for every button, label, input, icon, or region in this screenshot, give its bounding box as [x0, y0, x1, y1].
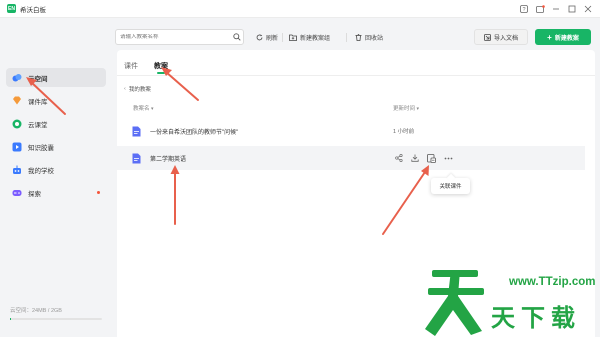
tab-courseware[interactable]: 课件	[124, 61, 138, 71]
new-lesson-plan-button[interactable]: + 新建教案	[535, 29, 591, 45]
chevron-left-icon: ‹	[124, 86, 126, 92]
column-header-name[interactable]: 教案名 ▾	[133, 104, 154, 112]
link-courseware-icon[interactable]	[426, 153, 436, 163]
trash-icon	[355, 33, 362, 41]
message-icon[interactable]	[532, 0, 548, 18]
sidebar-item-my-school[interactable]: 我的学校	[6, 160, 106, 179]
svg-text:?: ?	[522, 7, 525, 13]
help-icon[interactable]: ?	[516, 0, 532, 18]
window-controls: ?	[516, 0, 596, 18]
import-document-button[interactable]: 导入文档	[474, 29, 528, 45]
sidebar-item-label: 探索	[28, 190, 41, 198]
toolbar-divider	[346, 33, 347, 42]
new-lesson-plan-label: 新建教案	[554, 35, 579, 42]
recycle-bin-button[interactable]: 回收站	[355, 29, 383, 45]
sidebar: 云空间 课件库 云课堂 知识胶囊 我的学校 探索 云空间：24MB / 2GB	[0, 18, 112, 337]
sidebar-item-cloud-class[interactable]: 云课堂	[6, 114, 106, 133]
tab-lesson-plans[interactable]: 教案	[154, 61, 168, 71]
breadcrumb[interactable]: ‹ 我的教案	[124, 85, 151, 93]
gamepad-icon	[12, 188, 22, 198]
sort-icon: ▾	[416, 106, 420, 112]
search-input[interactable]	[120, 34, 231, 40]
capsule-icon	[12, 142, 22, 152]
column-header-time[interactable]: 更新时间 ▾	[393, 104, 419, 112]
row-name: 第二学期英语	[150, 156, 187, 163]
maximize-icon[interactable]	[564, 0, 580, 18]
watermark-text: 天下载	[491, 304, 581, 332]
lesson-plan-file-icon	[132, 153, 141, 164]
table-row[interactable]: 第二学期英语	[117, 146, 585, 170]
import-icon	[484, 33, 491, 41]
lesson-plan-file-icon	[132, 126, 141, 137]
diamond-icon	[12, 96, 22, 106]
storage-text: 云空间：24MB / 2GB	[10, 308, 62, 314]
table-row[interactable]: 一份来自希沃团队的教师节"问候" 1 小时前	[117, 119, 585, 143]
search-box[interactable]	[115, 29, 244, 45]
share-icon[interactable]	[394, 153, 404, 163]
sidebar-item-knowledge-capsule[interactable]: 知识胶囊	[6, 137, 106, 156]
sidebar-item-label: 我的学校	[28, 167, 54, 175]
title-bar: EN 希沃白板 ?	[0, 0, 600, 18]
more-icon[interactable]	[443, 153, 453, 163]
storage-bar-fill	[10, 318, 12, 320]
sidebar-item-courseware-library[interactable]: 课件库	[6, 91, 106, 110]
search-icon[interactable]	[231, 33, 243, 41]
plus-icon: +	[547, 32, 552, 42]
recycle-bin-label: 回收站	[365, 35, 384, 42]
active-tab-indicator	[157, 72, 165, 74]
download-icon[interactable]	[410, 153, 420, 163]
import-document-label: 导入文档	[493, 35, 518, 42]
row-time: 1 小时前	[393, 129, 415, 135]
notification-dot	[97, 191, 100, 194]
cloud-icon	[12, 73, 22, 83]
app-title: 希沃白板	[20, 6, 46, 14]
tab-divider	[117, 75, 595, 76]
sidebar-item-explore[interactable]: 探索	[6, 183, 106, 202]
row-name: 一份来自希沃团队的教师节"问候"	[150, 129, 239, 136]
folder-add-icon	[289, 34, 297, 41]
refresh-label: 刷新	[266, 35, 279, 42]
class-icon	[12, 119, 22, 129]
close-icon[interactable]	[580, 0, 596, 18]
sort-icon: ▾	[151, 106, 154, 112]
new-folder-label: 新建教案组	[300, 35, 331, 42]
new-folder-button[interactable]: 新建教案组	[289, 29, 330, 45]
storage-bar	[10, 318, 102, 320]
robot-icon	[12, 165, 22, 175]
refresh-button[interactable]: 刷新	[256, 29, 278, 45]
refresh-icon	[256, 34, 263, 41]
toolbar-divider	[282, 33, 283, 42]
app-logo-icon: EN	[7, 4, 16, 13]
sidebar-item-label: 云课堂	[28, 121, 48, 129]
breadcrumb-label: 我的教案	[128, 87, 151, 93]
sidebar-item-label: 云空间	[28, 75, 48, 83]
sidebar-item-label: 知识胶囊	[28, 144, 54, 152]
sidebar-item-cloud-space[interactable]: 云空间	[6, 68, 106, 87]
watermark-url: www.TTzip.com	[509, 276, 596, 288]
tooltip: 关联课件	[431, 178, 470, 194]
minimize-icon[interactable]	[548, 0, 564, 18]
sidebar-item-label: 课件库	[28, 98, 48, 106]
